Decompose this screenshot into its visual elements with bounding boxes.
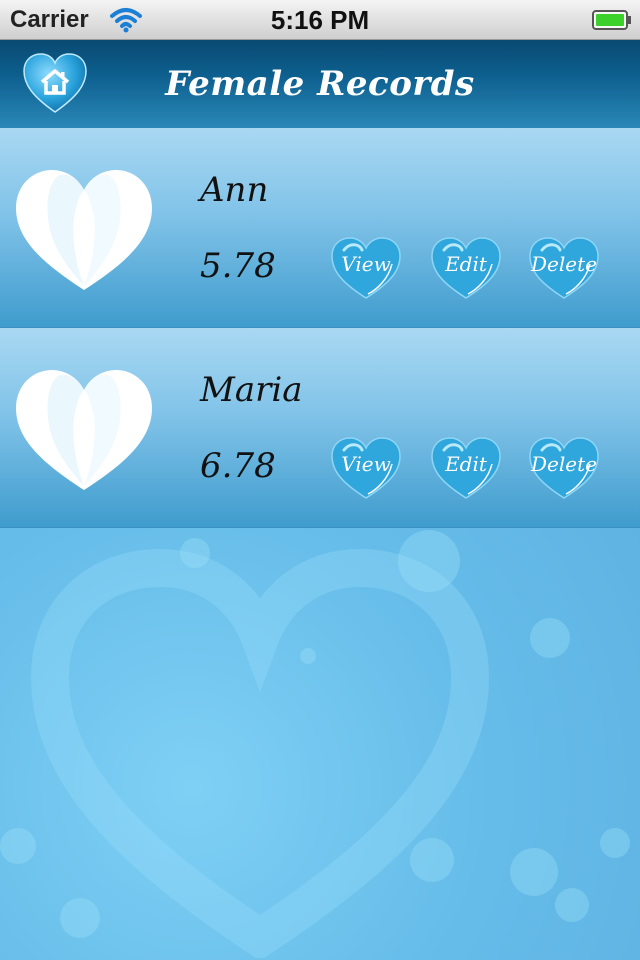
bokeh-dot <box>555 888 589 922</box>
page-title: Female Records <box>165 64 475 104</box>
delete-button[interactable]: Delete <box>528 436 600 500</box>
view-label: View <box>341 452 391 476</box>
status-bar: Carrier 5:16 PM <box>0 0 640 40</box>
bokeh-dot <box>600 828 630 858</box>
bokeh-dot <box>398 530 460 592</box>
delete-button[interactable]: Delete <box>528 236 600 300</box>
bokeh-dot <box>0 828 36 864</box>
nav-header: Female Records <box>0 40 640 128</box>
edit-button[interactable]: Edit <box>430 236 502 300</box>
view-button[interactable]: View <box>330 236 402 300</box>
edit-label: Edit <box>445 252 487 276</box>
background-heart-icon <box>30 548 490 958</box>
records-list: Ann 5.78 View Edit Delete Maria 6.78 Vie… <box>0 128 640 528</box>
bokeh-dot <box>180 538 210 568</box>
bokeh-dot <box>60 898 100 938</box>
bokeh-dot <box>510 848 558 896</box>
record-value: 6.78 <box>200 446 276 486</box>
edit-button[interactable]: Edit <box>430 436 502 500</box>
heart-icon <box>16 370 152 490</box>
bokeh-dot <box>530 618 570 658</box>
view-button[interactable]: View <box>330 436 402 500</box>
heart-icon <box>16 170 152 290</box>
record-name: Maria <box>200 370 303 410</box>
delete-label: Delete <box>531 252 597 276</box>
record-row: Maria 6.78 View Edit Delete <box>0 328 640 528</box>
bokeh-dot <box>410 838 454 882</box>
edit-label: Edit <box>445 452 487 476</box>
battery-full-icon <box>592 10 631 30</box>
view-label: View <box>341 252 391 276</box>
clock: 5:16 PM <box>270 5 370 35</box>
record-row: Ann 5.78 View Edit Delete <box>0 128 640 328</box>
delete-label: Delete <box>531 452 597 476</box>
background-area <box>0 528 640 960</box>
record-name: Ann <box>200 170 269 210</box>
record-value: 5.78 <box>200 246 276 286</box>
bokeh-dot <box>300 648 316 664</box>
